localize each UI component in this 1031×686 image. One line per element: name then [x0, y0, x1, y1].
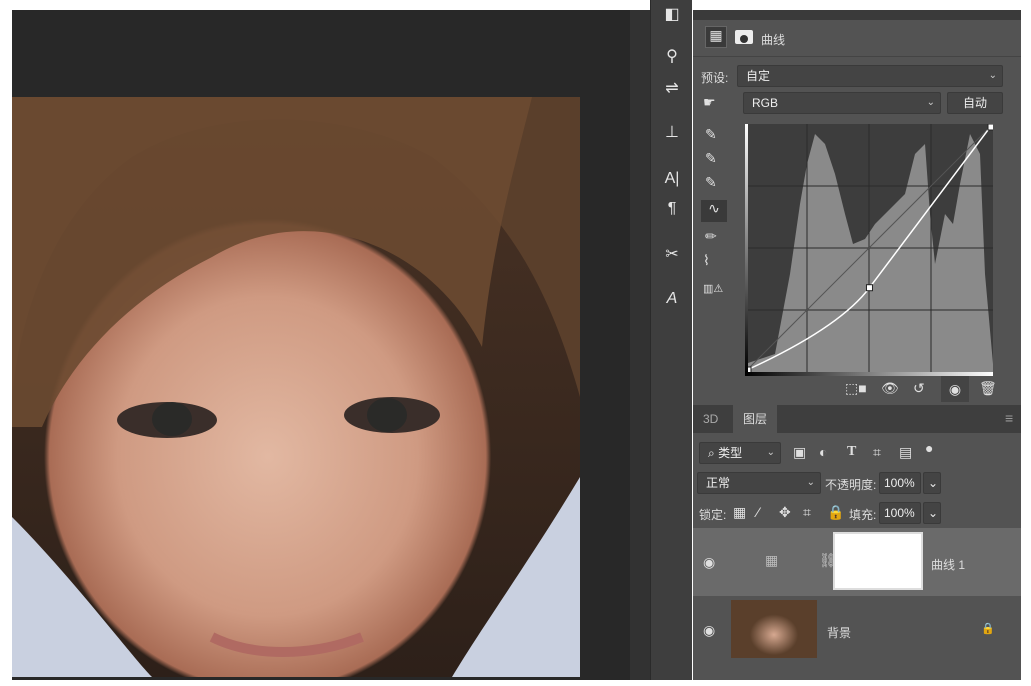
fill-dropdown[interactable]: ⌄ [923, 502, 941, 524]
preset-select[interactable]: 自定 ⌄ [737, 65, 1003, 87]
pencil-icon[interactable]: ✏ [705, 228, 717, 245]
filter-toggle-icon[interactable]: ● [925, 440, 933, 456]
filter-type-icon[interactable]: T [847, 444, 856, 460]
visibility-toggle-icon[interactable]: ◉ [941, 376, 969, 402]
history-icon[interactable]: ◧ [659, 4, 685, 26]
layer-name[interactable]: 背景 [827, 624, 851, 641]
layer-mask-thumbnail[interactable] [833, 532, 923, 590]
channel-select[interactable]: RGB ⌄ [743, 92, 941, 114]
lock-all-icon[interactable]: 🔒 [827, 504, 844, 521]
opacity-input[interactable]: 100% [879, 472, 921, 494]
clone-source-icon[interactable]: ⊥ [659, 122, 685, 144]
layer-row-curves[interactable]: ◉ ▦ ⛓ 曲线 1 [693, 528, 1021, 596]
curve-edit-points-icon[interactable]: ∿ [701, 200, 727, 222]
lock-transparent-icon[interactable]: ▦ [733, 504, 746, 521]
brush-presets-icon[interactable]: ⚲ [659, 46, 685, 68]
filter-smart-object-icon[interactable]: ▤ [899, 444, 912, 461]
smooth-curve-icon[interactable]: ⌇ [703, 252, 710, 269]
lock-artboard-icon[interactable]: ⌗ [803, 504, 811, 521]
glyphs-icon[interactable]: A [659, 288, 685, 310]
panel-menu-icon[interactable]: ≡ [1005, 410, 1013, 426]
layer-lock-icon: 🔒 [981, 623, 995, 635]
curves-adjustment-icon[interactable]: ▦ [705, 26, 727, 48]
fill-input[interactable]: 100% [879, 502, 921, 524]
panel-toolbar: ◧ ⚲ ⇌ ⊥ A| ¶ ✂ A [650, 0, 692, 680]
photo-boy-portrait [12, 97, 580, 677]
gray-point-eyedropper-icon[interactable]: ✎ [705, 150, 717, 167]
layer-visibility-icon[interactable]: ◉ [703, 622, 715, 639]
panel-gutter [630, 10, 650, 680]
tab-3d[interactable]: 3D [703, 412, 718, 426]
lock-label: 锁定: [699, 508, 727, 522]
clip-to-layer-icon[interactable]: ⬚■ [845, 380, 867, 397]
reset-icon[interactable]: ↺ [913, 380, 925, 397]
curve-control-point[interactable] [987, 124, 993, 131]
view-previous-state-icon[interactable]: 👁 [881, 380, 899, 397]
layer-filter-select[interactable]: ⌕ 类型 ⌄ [699, 442, 781, 464]
blend-mode-select[interactable]: 正常 ⌄ [697, 472, 821, 494]
tool-presets-icon[interactable]: ✂ [659, 244, 685, 266]
curves-layer-icon: ▦ [765, 552, 779, 568]
mask-icon[interactable] [735, 30, 753, 44]
paragraph-icon[interactable]: ¶ [659, 198, 685, 220]
clipping-warning-icon[interactable]: ▥⚠ [703, 282, 723, 295]
curve-control-point[interactable] [865, 284, 873, 292]
properties-panel: ▦ 曲线 预设: 自定 ⌄ ☛ RGB ⌄ 自动 ✎ ✎ ✎ ∿ ✏ ⌇ ▥⚠ ⬚■… [693, 10, 1021, 680]
filter-shape-icon[interactable]: ⌗ [873, 444, 881, 461]
layer-name[interactable]: 曲线 1 [931, 556, 965, 573]
black-point-eyedropper-icon[interactable]: ✎ [705, 126, 717, 143]
filter-adjustment-icon[interactable]: ◐ [819, 444, 827, 460]
layer-visibility-icon[interactable]: ◉ [703, 554, 715, 571]
opacity-dropdown[interactable]: ⌄ [923, 472, 941, 494]
adjustments-icon[interactable]: ⇌ [659, 78, 685, 100]
character-icon[interactable]: A| [659, 168, 685, 190]
filter-pixel-icon[interactable]: ▣ [793, 444, 806, 461]
fill-label: 填充: [849, 508, 877, 522]
layer-row-background[interactable]: ◉ 背景 🔒 [693, 596, 1021, 666]
opacity-label: 不透明度: [825, 478, 877, 492]
layer-thumbnail [731, 600, 817, 658]
tab-layers[interactable]: 图层 [733, 405, 777, 433]
auto-button[interactable]: 自动 [947, 92, 1003, 114]
panel-header-bar [693, 10, 1021, 20]
targeted-adjustment-icon[interactable]: ☛ [703, 94, 716, 111]
lock-position-icon[interactable]: ✥ [779, 504, 791, 521]
photo-illustration [12, 97, 580, 677]
properties-title: 曲线 [761, 33, 786, 47]
white-point-eyedropper-icon[interactable]: ✎ [705, 174, 717, 191]
preset-label: 预设: [701, 71, 729, 85]
lock-image-icon[interactable]: ⁄ [757, 504, 759, 520]
curves-graph[interactable] [745, 124, 993, 372]
delete-icon[interactable]: 🗑 [979, 380, 997, 397]
